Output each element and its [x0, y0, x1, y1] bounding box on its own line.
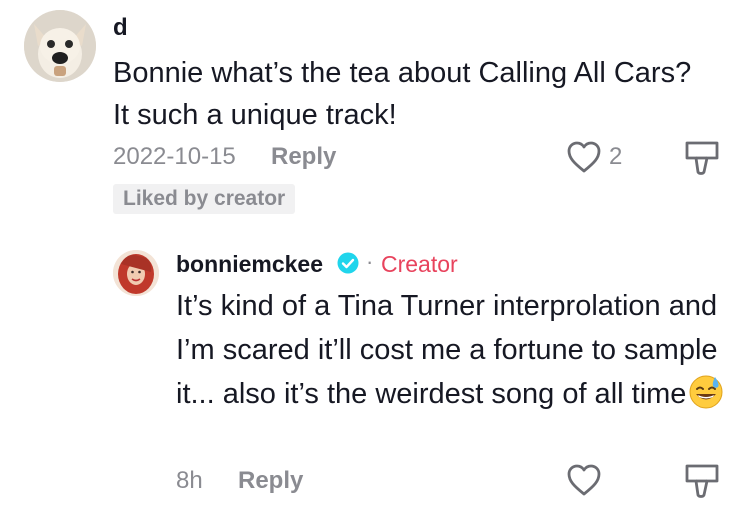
dislike-button[interactable] [684, 139, 720, 177]
reply-button-2[interactable]: Reply [238, 467, 303, 495]
heart-icon [567, 464, 601, 496]
avatar[interactable] [24, 10, 96, 82]
dislike-icon [685, 464, 719, 498]
comment-date: 2022-10-15 [113, 143, 236, 170]
verified-icon [337, 252, 359, 274]
comment-username[interactable]: d [113, 14, 128, 42]
verified-badge [337, 252, 359, 274]
reply-username[interactable]: bonniemckee [176, 251, 323, 278]
creator-label: Creator [381, 251, 458, 277]
sweat-smile-emoji-icon [688, 373, 724, 409]
heart-icon [567, 141, 601, 173]
chihuahua-avatar-icon [24, 10, 96, 82]
dislike-icon [685, 141, 719, 175]
like-button-2[interactable] [566, 463, 602, 497]
comment-text: Bonnie what’s the tea about Calling All … [113, 57, 692, 131]
reply-avatar[interactable] [113, 250, 159, 296]
reply-time: 8h [176, 467, 203, 494]
reply-button[interactable]: Reply [271, 143, 336, 171]
like-count: 2 [609, 143, 623, 170]
liked-by-creator-badge: Liked by creator [113, 184, 296, 214]
reply-text-body: It’s kind of a Tina Turner interprolatio… [176, 290, 718, 410]
red-hair-woman-avatar-icon [113, 250, 159, 296]
separator-dot: · [366, 249, 374, 274]
reply-text: It’s kind of a Tina Turner interprolatio… [176, 284, 736, 416]
dislike-button-2[interactable] [684, 462, 720, 500]
like-button[interactable] [566, 140, 602, 174]
